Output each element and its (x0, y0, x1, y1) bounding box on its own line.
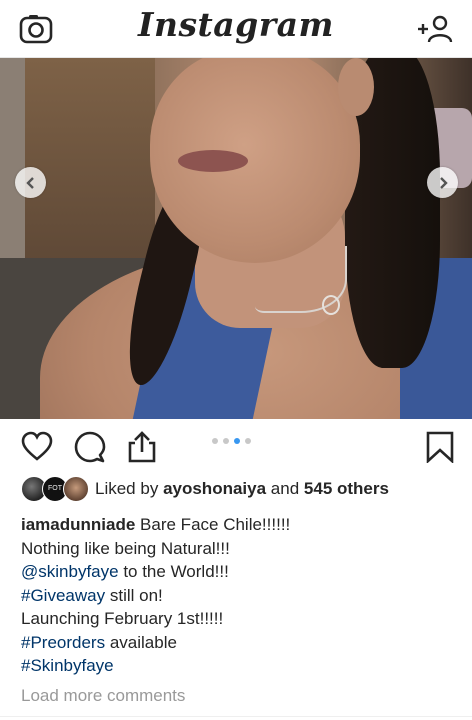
likes-username-link[interactable]: ayoshonaiya (163, 479, 266, 498)
caption-line: #Giveaway still on! (21, 584, 461, 608)
likes-prefix: Liked by (95, 479, 159, 498)
post-caption: iamadunniade Bare Face Chile!!!!!! Nothi… (21, 513, 461, 678)
caption-line: @skinbyfaye to the World!!! (21, 560, 461, 584)
comment-icon[interactable] (74, 431, 106, 463)
carousel-next-button[interactable] (427, 167, 458, 198)
chevron-right-icon (439, 176, 448, 189)
carousel-dots (212, 438, 251, 444)
hashtag-link[interactable]: #Skinbyfaye (21, 656, 114, 675)
caption-line: #Skinbyfaye (21, 654, 461, 678)
caption-text: to the World!!! (123, 562, 229, 581)
carousel-prev-button[interactable] (15, 167, 46, 198)
load-more-comments-link[interactable]: Load more comments (21, 686, 185, 706)
photo-pendant (322, 295, 340, 315)
liker-avatars: FOT (21, 476, 93, 502)
caption-line: Launching February 1st!!!!! (21, 609, 224, 628)
carousel-dot (212, 438, 218, 444)
likes-others-link[interactable]: 545 others (304, 479, 389, 498)
photo-door (25, 58, 155, 268)
caption-text: Bare Face Chile!!!!!! (140, 515, 291, 534)
share-icon[interactable] (126, 431, 158, 463)
caption-text: still on! (109, 585, 163, 605)
caption-username-link[interactable]: iamadunniade (21, 515, 135, 534)
likes-conjunction: and (270, 479, 300, 498)
avatar[interactable] (63, 476, 89, 502)
heart-icon[interactable] (21, 431, 53, 463)
caption-line: #Preorders available (21, 631, 461, 655)
caption-line: Nothing like being Natural!!! (21, 538, 230, 558)
mention-link[interactable]: @skinbyfaye (21, 562, 119, 581)
divider (0, 716, 472, 717)
top-bar: Instagram (0, 0, 472, 58)
post-actions-bar (0, 419, 472, 471)
hashtag-link[interactable]: #Giveaway (21, 586, 105, 605)
post-photo[interactable] (0, 58, 472, 419)
bookmark-icon[interactable] (424, 431, 456, 463)
photo-lips (178, 150, 248, 172)
likes-text: Liked by ayoshonaiya and 545 others (95, 479, 389, 499)
caption-text: available (109, 632, 177, 652)
avatar-badge: FOT (48, 485, 62, 492)
carousel-dot (223, 438, 229, 444)
instagram-logo: Instagram (138, 5, 334, 44)
carousel-dot (245, 438, 251, 444)
add-person-icon[interactable] (417, 14, 453, 44)
likes-row: FOT Liked by ayoshonaiya and 545 others (21, 476, 461, 502)
caption-line: iamadunniade Bare Face Chile!!!!!! (21, 513, 461, 537)
hashtag-link[interactable]: #Preorders (21, 633, 105, 652)
photo-ear (338, 58, 374, 116)
chevron-left-icon (25, 176, 34, 189)
carousel-dot-active (234, 438, 240, 444)
